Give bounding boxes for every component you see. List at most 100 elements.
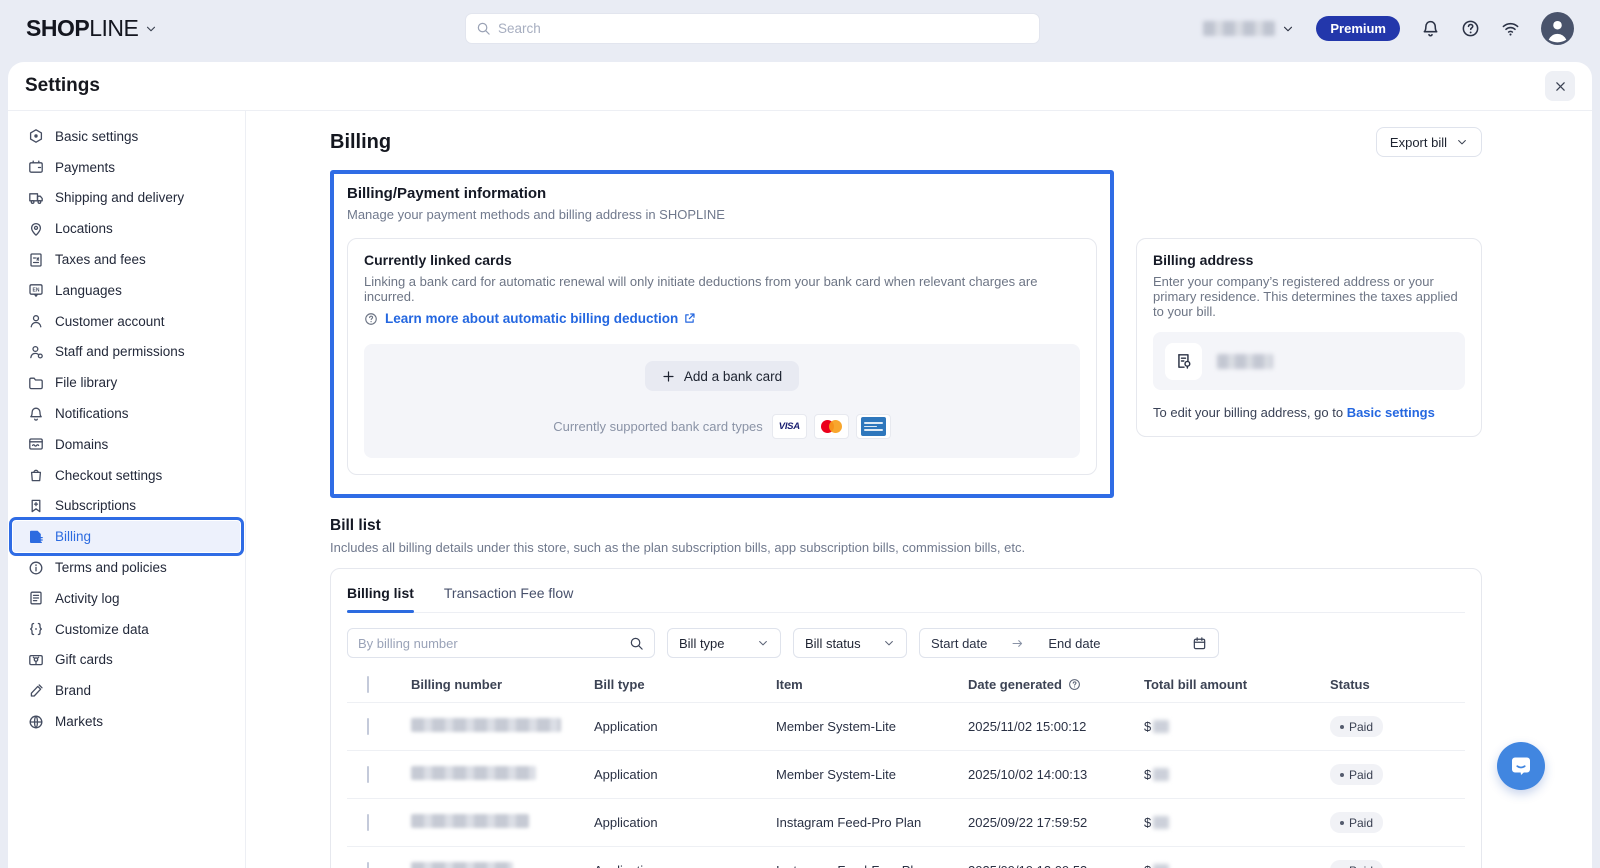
sidebar-item-shipping-and-delivery[interactable]: Shipping and delivery [8, 183, 245, 214]
network-wifi-icon[interactable] [1501, 19, 1520, 38]
premium-badge[interactable]: Premium [1316, 16, 1400, 41]
status-badge: Paid [1330, 716, 1383, 737]
sidebar-item-languages[interactable]: ENLanguages [8, 275, 245, 306]
calendar-icon [1192, 636, 1207, 651]
sidebar-item-domains[interactable]: Domains [8, 429, 245, 460]
sidebar-item-customer-account[interactable]: Customer account [8, 306, 245, 337]
sidebar-item-brand[interactable]: Brand [8, 675, 245, 706]
sidebar-item-label: Gift cards [55, 652, 113, 667]
chevron-down-icon [1281, 22, 1295, 36]
global-search[interactable] [465, 13, 1040, 44]
billing-address-description: Enter your company’s registered address … [1153, 274, 1465, 319]
bill-type-filter[interactable]: Bill type [667, 628, 781, 658]
globe-icon [28, 714, 44, 730]
question-circle-icon [1068, 678, 1081, 691]
sidebar-item-payments[interactable]: Payments [8, 152, 245, 183]
sidebar-item-label: Terms and policies [55, 560, 167, 575]
support-chat-button[interactable] [1497, 742, 1545, 790]
learn-more-link[interactable]: Learn more about automatic billing deduc… [385, 311, 696, 326]
add-bank-card-label: Add a bank card [684, 369, 782, 384]
user-avatar[interactable] [1541, 12, 1574, 45]
bell-icon [28, 406, 44, 422]
linked-cards-card: Currently linked cards Linking a bank ca… [347, 238, 1097, 475]
sidebar-item-staff-and-permissions[interactable]: Staff and permissions [8, 337, 245, 368]
logo-text-light: LINE [89, 15, 138, 41]
arrow-right-icon [1011, 637, 1024, 650]
billing-number-search-input[interactable] [358, 636, 621, 651]
folder-icon [28, 375, 44, 391]
global-search-input[interactable] [498, 21, 1029, 36]
sidebar-item-label: File library [55, 375, 117, 390]
status-badge: Paid [1330, 860, 1383, 868]
billing-number-redacted [411, 718, 561, 732]
help-icon[interactable] [1461, 19, 1480, 38]
status-dot-icon [1340, 821, 1344, 825]
sidebar-item-checkout-settings[interactable]: Checkout settings [8, 460, 245, 491]
basic-settings-link[interactable]: Basic settings [1347, 405, 1435, 420]
pen-icon [28, 683, 44, 699]
sidebar-item-taxes-and-fees[interactable]: Taxes and fees [8, 244, 245, 275]
close-button[interactable] [1545, 71, 1575, 101]
settings-panel-header: Settings [8, 62, 1592, 111]
sidebar-item-basic-settings[interactable]: Basic settings [8, 121, 245, 152]
supported-cards-label: Currently supported bank card types [553, 419, 763, 434]
truck-icon [28, 190, 44, 206]
sidebar-item-gift-cards[interactable]: Gift cards [8, 645, 245, 676]
mastercard-logo-icon [814, 414, 849, 439]
search-icon [476, 21, 491, 36]
currency-prefix: $ [1144, 719, 1151, 734]
sidebar-item-subscriptions[interactable]: Subscriptions [8, 491, 245, 522]
sidebar-item-notifications[interactable]: Notifications [8, 398, 245, 429]
row-checkbox[interactable] [367, 718, 369, 735]
export-bill-label: Export bill [1390, 135, 1447, 150]
add-bank-card-button[interactable]: Add a bank card [645, 361, 799, 391]
sidebar-item-file-library[interactable]: File library [8, 367, 245, 398]
sidebar-item-label: Customize data [55, 622, 149, 637]
address-document-icon [1165, 343, 1202, 380]
sidebar-item-terms-and-policies[interactable]: Terms and policies [8, 552, 245, 583]
amount-redacted [1153, 864, 1169, 868]
cell-bill-type: Application [594, 719, 776, 734]
row-checkbox[interactable] [367, 862, 369, 868]
payment-info-highlight-box: Billing/Payment information Manage your … [330, 170, 1114, 498]
col-item: Item [776, 677, 968, 692]
col-total-bill-amount: Total bill amount [1144, 677, 1330, 692]
billing-number-redacted [411, 862, 513, 868]
table-row: ApplicationMember System-Lite2025/11/02 … [347, 703, 1465, 751]
supported-card-logos: VISA [772, 414, 891, 439]
status-dot-icon [1340, 725, 1344, 729]
sidebar-item-locations[interactable]: Locations [8, 213, 245, 244]
gift-card-icon [28, 652, 44, 668]
sidebar-item-customize-data[interactable]: Customize data [8, 614, 245, 645]
billing-number-search[interactable] [347, 628, 655, 658]
sidebar-item-billing[interactable]: Billing [13, 521, 240, 552]
table-row: ApplicationMember System-Lite2025/10/02 … [347, 751, 1465, 799]
notifications-bell-icon[interactable] [1421, 19, 1440, 38]
cell-item: Member System-Lite [776, 767, 968, 782]
chevron-down-icon [883, 637, 895, 649]
currency-prefix: $ [1144, 767, 1151, 782]
plus-icon [662, 370, 675, 383]
shopline-logo[interactable]: SHOPLINE [26, 15, 158, 42]
bill-status-filter[interactable]: Bill status [793, 628, 907, 658]
bill-status-filter-label: Bill status [805, 636, 861, 651]
cell-bill-type: Application [594, 767, 776, 782]
select-all-checkbox[interactable] [367, 676, 369, 693]
amount-redacted [1153, 816, 1169, 829]
row-checkbox[interactable] [367, 766, 369, 783]
billing-address-redacted [1217, 354, 1273, 369]
chevron-down-icon [1456, 136, 1468, 148]
date-range-filter[interactable]: Start date End date [919, 628, 1219, 658]
sidebar-item-markets[interactable]: Markets [8, 706, 245, 737]
export-bill-button[interactable]: Export bill [1376, 127, 1482, 157]
tab-transaction-fee-flow[interactable]: Transaction Fee flow [444, 585, 573, 612]
amount-redacted [1153, 720, 1169, 733]
store-switcher[interactable] [1203, 21, 1295, 36]
sidebar-item-label: Basic settings [55, 129, 138, 144]
row-checkbox[interactable] [367, 814, 369, 831]
cell-date-generated: 2025/09/22 17:59:52 [968, 815, 1144, 830]
sidebar-item-activity-log[interactable]: Activity log [8, 583, 245, 614]
svg-text:EN: EN [33, 288, 40, 294]
top-bar: SHOPLINE Premium [0, 0, 1600, 57]
tab-billing-list[interactable]: Billing list [347, 585, 414, 612]
